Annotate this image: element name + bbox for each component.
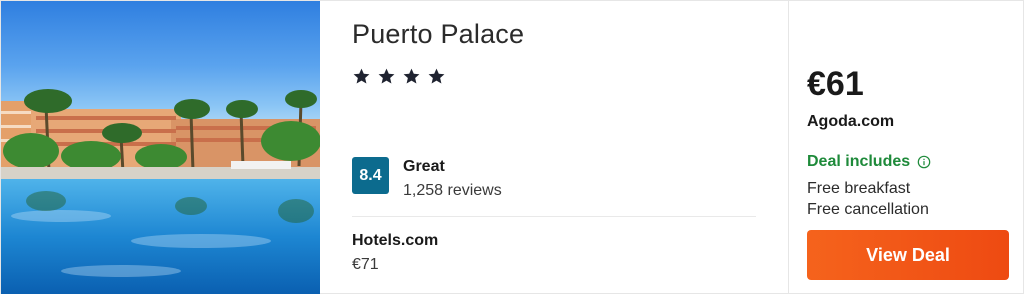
hotel-name[interactable]: Puerto Palace <box>352 19 524 50</box>
hotel-photo-illustration <box>1 89 320 294</box>
deal-include-item: Free breakfast <box>807 180 911 197</box>
review-count: 1,258 reviews <box>403 182 502 199</box>
divider <box>352 216 756 217</box>
alternative-provider-price: €71 <box>352 256 379 273</box>
star-icon <box>428 68 445 84</box>
review-rating[interactable]: 8.4 Great 1,258 reviews <box>352 157 502 202</box>
hotel-deal-card[interactable]: Puerto Palace 8.4 Great 1,258 reviews Ho… <box>0 0 1024 294</box>
star-icon <box>353 68 370 84</box>
best-deal-panel: €61 Agoda.com Deal includes Free breakfa… <box>789 1 1023 294</box>
rating-text: Great 1,258 reviews <box>403 157 502 202</box>
view-deal-button[interactable]: View Deal <box>807 230 1009 280</box>
hotel-photo[interactable] <box>1 1 320 294</box>
deal-provider: Agoda.com <box>807 113 895 130</box>
rating-score-badge: 8.4 <box>352 157 389 194</box>
deal-includes-title: Deal includes <box>807 153 911 170</box>
alternative-provider-offer[interactable]: Hotels.com €71 <box>352 231 438 276</box>
deal-includes-heading: Deal includes <box>807 153 931 171</box>
deal-includes-list: Free breakfast Free cancellation <box>807 178 929 220</box>
deal-include-item: Free cancellation <box>807 201 929 218</box>
star-rating <box>352 67 446 86</box>
star-icon <box>378 68 395 84</box>
alternative-provider-name: Hotels.com <box>352 232 439 249</box>
hotel-info: Puerto Palace 8.4 Great 1,258 reviews Ho… <box>320 1 789 294</box>
deal-price: €61 <box>807 65 864 103</box>
star-icon <box>403 68 420 84</box>
info-icon[interactable] <box>917 155 931 169</box>
rating-label: Great <box>403 158 445 175</box>
